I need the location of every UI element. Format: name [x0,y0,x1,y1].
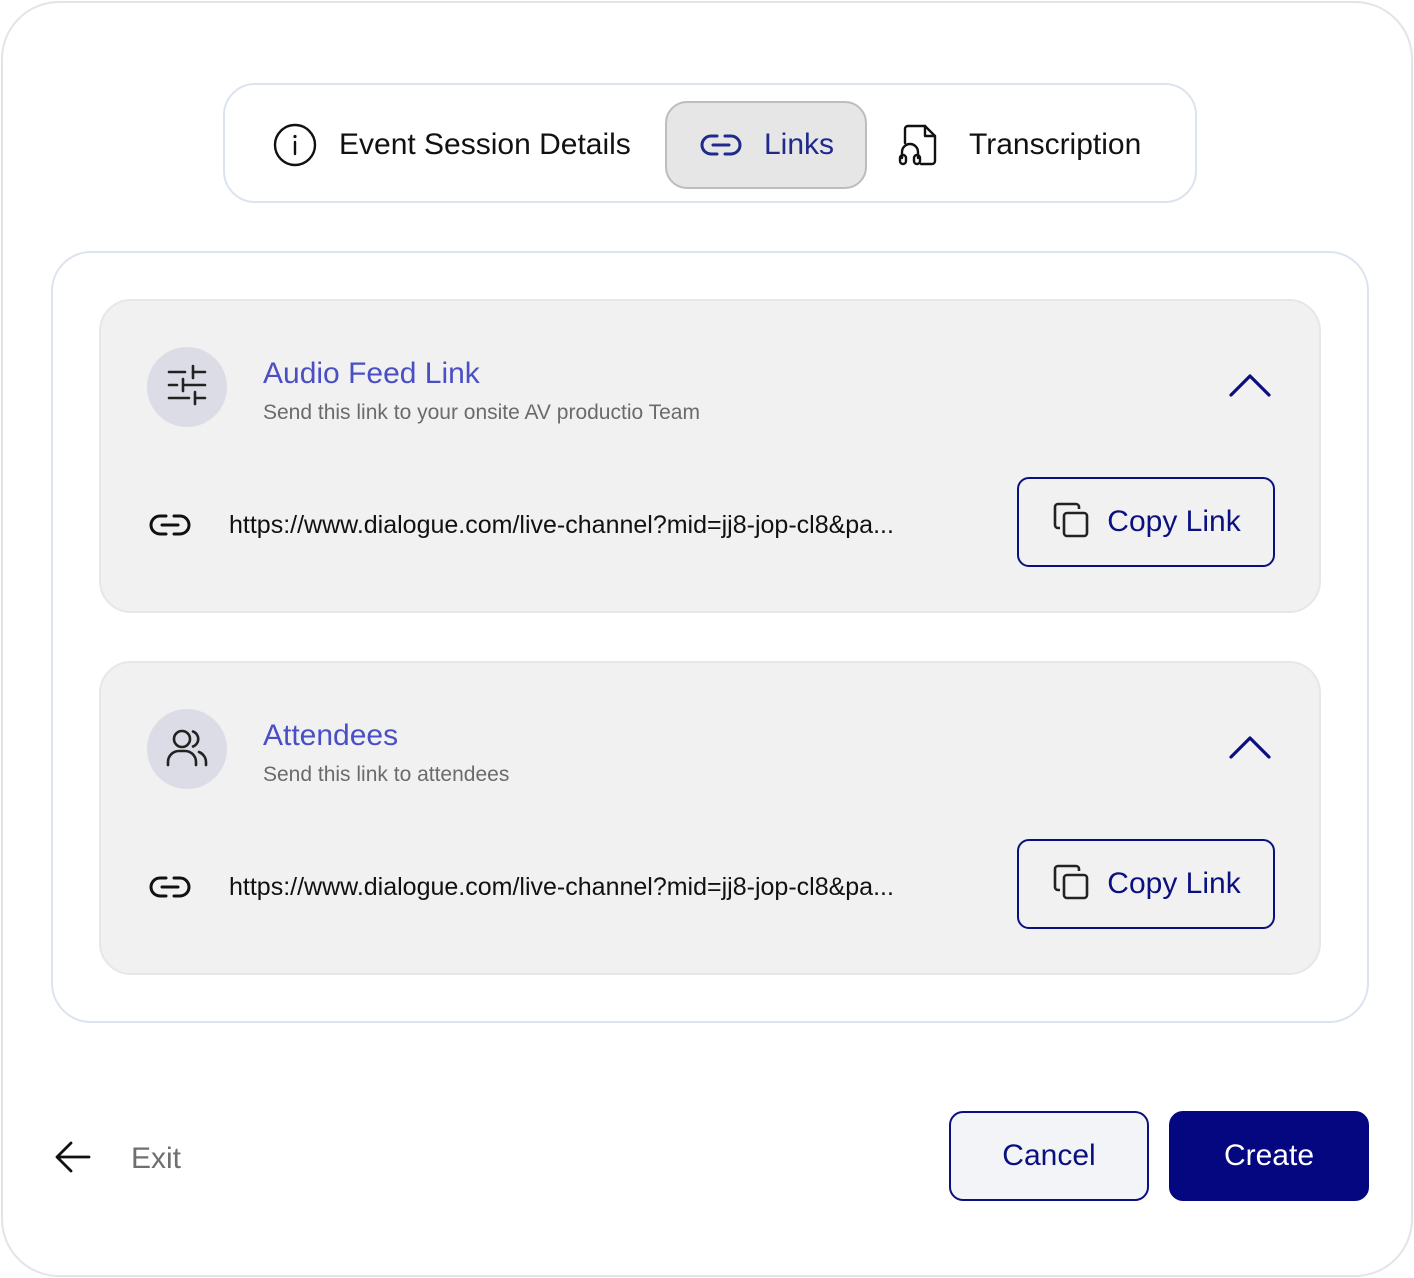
exit-label: Exit [131,1142,182,1175]
copy-link-button[interactable]: Copy Link [1017,839,1275,929]
card-subtitle: Send this link to attendees [263,763,510,786]
link-url[interactable]: https://www.dialogue.com/live-channel?mi… [229,505,985,545]
collapse-toggle[interactable] [1227,729,1273,769]
info-icon [271,121,319,169]
card-title: Attendees [263,719,399,752]
copy-icon [1051,862,1107,907]
create-event-dialog: Event Session Details Links Transcriptio… [1,1,1413,1277]
arrow-left-icon [53,1137,131,1182]
tab-label: Transcription [969,128,1142,161]
audio-file-icon [895,121,943,169]
copy-link-label: Copy Link [1107,505,1241,538]
chevron-up-icon [1227,370,1273,405]
copy-icon [1051,500,1107,545]
chevron-up-icon [1227,732,1273,767]
link-card-attendees: Attendees Send this link to attendees ht… [99,661,1321,975]
collapse-toggle[interactable] [1227,367,1273,407]
tab-label: Links [763,128,835,161]
links-panel: Audio Feed Link Send this link to your o… [51,251,1369,1023]
link-card-audio-feed: Audio Feed Link Send this link to your o… [99,299,1321,613]
sliders-icon [165,363,209,412]
tab-links[interactable]: Links [665,101,867,189]
tab-transcription[interactable]: Transcription [895,101,1165,189]
exit-button[interactable]: Exit [53,1131,181,1187]
link-icon [147,867,193,907]
create-button[interactable]: Create [1169,1111,1369,1201]
tab-bar: Event Session Details Links Transcriptio… [223,83,1197,203]
avatar [147,709,227,789]
card-subtitle: Send this link to your onsite AV product… [263,401,700,424]
avatar [147,347,227,427]
cancel-button[interactable]: Cancel [949,1111,1149,1201]
card-title: Audio Feed Link [263,357,480,390]
link-url[interactable]: https://www.dialogue.com/live-channel?mi… [229,867,985,907]
link-icon [698,122,744,168]
link-icon [147,505,193,545]
copy-link-label: Copy Link [1107,867,1241,900]
copy-link-button[interactable]: Copy Link [1017,477,1275,567]
tab-event-session-details[interactable]: Event Session Details [271,101,643,189]
tab-label: Event Session Details [339,128,631,161]
users-icon [165,725,209,774]
